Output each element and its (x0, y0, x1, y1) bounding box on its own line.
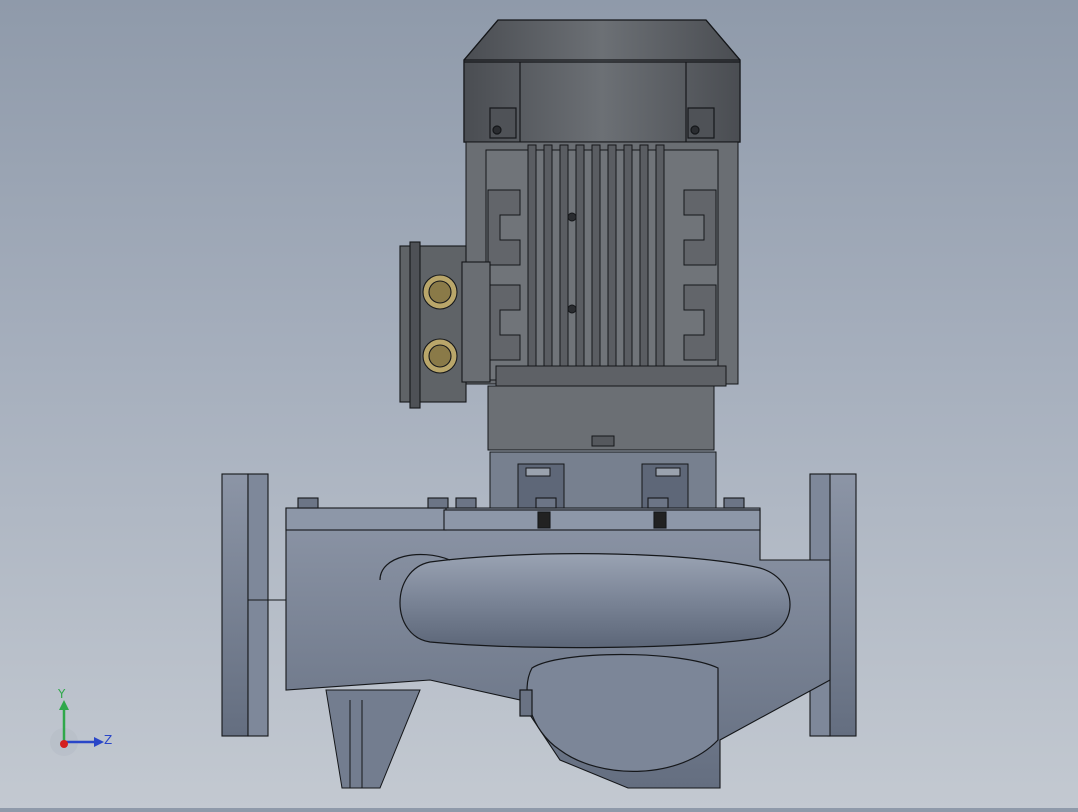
cable-gland-upper[interactable] (422, 274, 458, 310)
motor-stool[interactable] (487, 385, 717, 513)
cooling-fins (527, 144, 665, 386)
cable-gland-lower[interactable] (422, 338, 458, 374)
base-foot[interactable] (325, 689, 421, 789)
x-axis-point (60, 740, 68, 748)
motor-fan-cover[interactable] (463, 19, 741, 143)
motor-body[interactable] (465, 141, 739, 387)
model-canvas[interactable]: Y Z (0, 0, 1078, 808)
y-axis-label: Y (57, 687, 66, 701)
coordinate-triad: Y Z (50, 687, 112, 756)
graphics-viewport[interactable]: Y Z (0, 0, 1078, 808)
inlet-flange[interactable] (221, 473, 290, 737)
z-axis-label: Z (104, 733, 112, 747)
z-axis-arrow (94, 737, 104, 747)
y-axis-arrow (59, 700, 69, 710)
